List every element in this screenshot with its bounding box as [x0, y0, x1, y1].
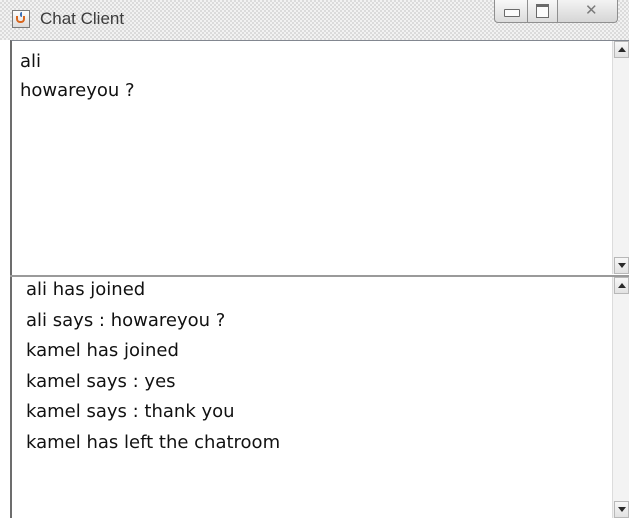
arrow-up-icon [618, 283, 626, 288]
arrow-down-icon [618, 507, 626, 512]
message-input-area[interactable]: ali howareyou ? [10, 40, 629, 275]
chat-log-area[interactable]: ali has joined ali says : howareyou ? kame… [10, 277, 629, 518]
window-title: Chat Client [40, 9, 125, 28]
log-line: kamel has joined [26, 340, 179, 361]
log-line: ali says : howareyou ? [26, 309, 226, 331]
chat-client-window: Chat Client ✕ ali howareyou ? ali has joi… [0, 0, 629, 518]
input-scroll-down-button[interactable] [614, 257, 629, 274]
close-button[interactable]: ✕ [558, 0, 618, 23]
maximize-icon [536, 4, 549, 18]
message-input-text[interactable]: ali howareyou ? [20, 47, 610, 105]
close-icon: ✕ [585, 1, 598, 19]
arrow-up-icon [618, 47, 626, 52]
title-bar[interactable]: Chat Client ✕ [0, 0, 629, 40]
log-scrollbar[interactable] [612, 277, 629, 518]
input-scrollbar[interactable] [612, 41, 629, 274]
input-line: ali [20, 51, 42, 72]
log-line: kamel says : yes [26, 370, 176, 392]
log-line: ali has joined [26, 279, 146, 300]
minimize-button[interactable] [494, 0, 528, 23]
log-scroll-track[interactable] [613, 294, 629, 501]
log-line: kamel has left the chatroom [26, 431, 281, 453]
input-scroll-up-button[interactable] [614, 41, 629, 58]
minimize-icon [504, 9, 520, 17]
java-cup-icon[interactable] [12, 10, 30, 28]
java-cup [16, 16, 25, 23]
arrow-down-icon [618, 263, 626, 268]
caption-buttons: ✕ [494, 0, 629, 24]
chat-log-list: ali has joined ali says : howareyou ? kame… [26, 275, 280, 458]
input-scroll-track[interactable] [613, 58, 629, 257]
maximize-button[interactable] [528, 0, 558, 23]
log-line: kamel says : thank you [26, 401, 235, 422]
log-scroll-up-button[interactable] [614, 277, 629, 294]
input-line: howareyou ? [20, 80, 135, 101]
log-scroll-down-button[interactable] [614, 501, 629, 518]
